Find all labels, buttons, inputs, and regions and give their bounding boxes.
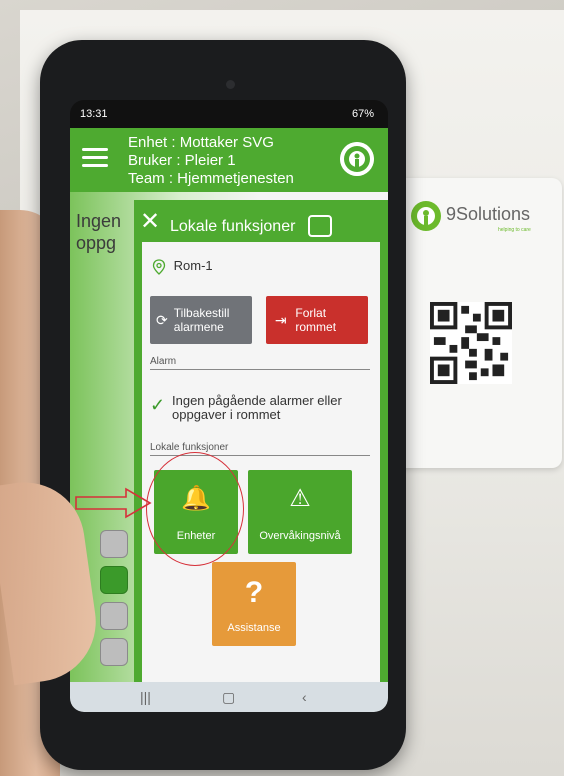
- alarm-section-label: Alarm: [150, 356, 370, 370]
- header-team: Team : Hjemmetjenesten: [128, 170, 294, 187]
- header-unit: Enhet : Mottaker SVG: [128, 134, 274, 151]
- leave-room-button[interactable]: ⇥ Forlat rommet: [266, 296, 368, 344]
- card-brand: 9Solutions: [446, 204, 531, 224]
- header-user: Bruker : Pleier 1: [128, 152, 236, 169]
- behind-text: Ingen oppg: [76, 210, 121, 254]
- card-tagline: helping to care: [498, 227, 531, 233]
- reset-alarms-button[interactable]: ⟳ Tilbakestill alarmene: [150, 296, 252, 344]
- reset-alarms-label: Tilbakestill alarmene: [173, 306, 230, 334]
- refresh-icon: ⟳: [156, 312, 168, 328]
- check-icon: ✓: [150, 395, 166, 415]
- android-nav-bar: ||| ▢ ‹: [70, 682, 388, 712]
- alert-person-icon: ⚠: [289, 485, 311, 512]
- menu-icon[interactable]: [82, 148, 108, 168]
- 9solutions-logo-icon: [411, 201, 441, 231]
- status-time: 13:31: [80, 108, 108, 120]
- back-icon[interactable]: ‹: [302, 689, 307, 705]
- local-functions-panel: ✕ Lokale funksjoner Rom-1 ⟳ Tilbakestill…: [134, 200, 388, 682]
- settings-button[interactable]: [100, 638, 128, 666]
- recent-apps-icon[interactable]: |||: [140, 689, 151, 705]
- assistanse-label: Assistanse: [227, 622, 281, 634]
- phone: 13:31 67% Enhet : Mottaker SVG Bruker : …: [40, 40, 406, 770]
- panel-title-icon: [308, 215, 332, 237]
- panel-title: Lokale funksjoner: [170, 218, 296, 235]
- qr-code-icon: [430, 302, 512, 384]
- qr-scan-button[interactable]: [100, 530, 128, 558]
- location-pin-icon: [152, 258, 166, 275]
- phone-screen: 13:31 67% Enhet : Mottaker SVG Bruker : …: [70, 100, 388, 712]
- app-logo-icon: [340, 142, 374, 176]
- assistanse-tile[interactable]: ? Assistanse: [212, 562, 296, 646]
- annotation-circle: [146, 452, 244, 566]
- home-icon[interactable]: ▢: [222, 689, 235, 706]
- front-camera: [226, 80, 235, 89]
- close-icon[interactable]: ✕: [140, 210, 160, 234]
- people-button[interactable]: [100, 602, 128, 630]
- question-icon: ?: [244, 576, 264, 609]
- overvakingsniva-tile[interactable]: ⚠ Overvåkingsnivå: [248, 470, 352, 554]
- overvakingsniva-label: Overvåkingsnivå: [259, 530, 341, 542]
- status-bar: 13:31 67%: [70, 100, 388, 128]
- status-battery: 67%: [351, 108, 374, 120]
- annotation-arrow-icon: [75, 487, 152, 519]
- behind-line1: Ingen: [76, 211, 122, 231]
- local-functions-button[interactable]: [100, 566, 128, 594]
- header-info: Enhet : Mottaker SVG Bruker : Pleier 1 T…: [128, 134, 294, 188]
- app-header: Enhet : Mottaker SVG Bruker : Pleier 1 T…: [70, 128, 388, 192]
- 9solutions-card: 9Solutions helping to care: [394, 178, 562, 468]
- exit-door-icon: ⇥: [274, 312, 287, 328]
- no-alarm-text: Ingen pågående alarmer eller oppgaver i …: [172, 393, 342, 422]
- room-name: Rom-1: [173, 258, 213, 273]
- behind-line2: oppg: [76, 233, 117, 253]
- leave-room-label: Forlat rommet: [295, 306, 337, 334]
- room-row: Rom-1: [152, 258, 213, 275]
